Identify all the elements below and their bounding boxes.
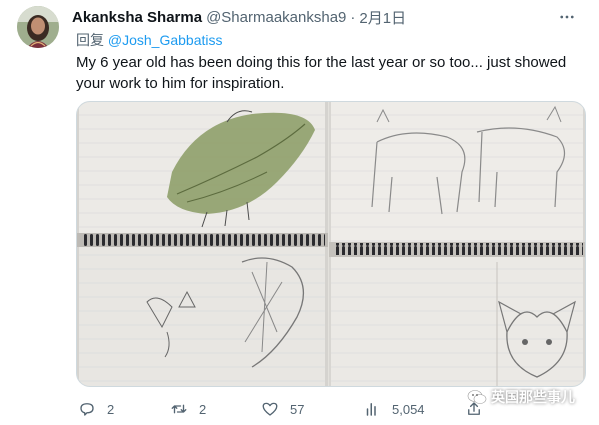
tweet-header: Akanksha Sharma @Sharmaakanksha9 · 2月1日 <box>72 6 587 28</box>
like-button[interactable]: 57 <box>261 398 304 420</box>
author-handle[interactable]: @Sharmaakanksha9 <box>206 9 346 26</box>
more-options-button[interactable] <box>557 9 577 25</box>
action-bar: 2 2 57 5,054 <box>76 398 596 420</box>
view-count: 5,054 <box>392 401 425 417</box>
more-horizontal-icon <box>560 15 574 19</box>
left-photo <box>77 102 328 386</box>
reply-icon <box>80 403 94 416</box>
tweet[interactable]: Akanksha Sharma @Sharmaakanksha9 · 2月1日 … <box>0 0 599 425</box>
share-button[interactable] <box>465 398 494 420</box>
heart-icon <box>262 402 278 416</box>
tweet-text: My 6 year old has been doing this for th… <box>76 54 567 92</box>
retweet-button[interactable]: 2 <box>170 398 206 420</box>
analytics-icon <box>366 403 376 416</box>
tweet-date[interactable]: 2月1日 <box>359 7 406 28</box>
reply-to-handle[interactable]: @Josh_Gabbatiss <box>108 32 223 48</box>
reply-button[interactable]: 2 <box>78 398 114 420</box>
reply-count: 2 <box>107 401 115 417</box>
header-separator: · <box>350 8 356 26</box>
reply-prefix: 回复 <box>76 32 108 48</box>
replying-to: 回复 @Josh_Gabbatiss <box>76 30 223 50</box>
sketchbook-photos <box>77 102 585 386</box>
like-count: 57 <box>290 401 305 417</box>
right-photo <box>329 102 585 386</box>
retweet-icon <box>171 404 187 414</box>
avatar-image <box>17 6 59 48</box>
share-icon <box>468 402 480 415</box>
author-name[interactable]: Akanksha Sharma <box>72 9 202 26</box>
views-button[interactable]: 5,054 <box>363 398 425 420</box>
retweet-count: 2 <box>199 401 207 417</box>
avatar[interactable] <box>17 6 59 48</box>
tweet-media[interactable] <box>76 101 586 387</box>
